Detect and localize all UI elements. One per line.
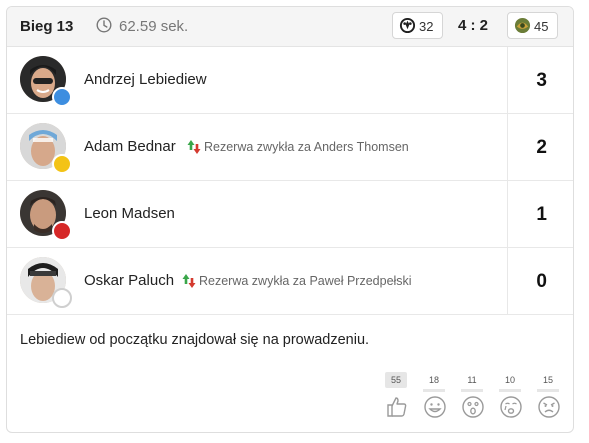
rider-row[interactable]: Adam Bednar Rezerwa zwykła za Anders Tho… [7, 114, 573, 181]
rider-name[interactable]: Oskar Paluch [84, 272, 174, 289]
rider-row[interactable]: Leon Madsen 1 [7, 181, 573, 248]
reaction-bar: 55 18 11 10 15 [7, 372, 573, 427]
reserve-swap-text: Rezerwa zwykła za Anders Thomsen [204, 140, 409, 154]
reaction-bar-track [461, 389, 483, 392]
heat-card: Bieg 13 62.59 sek. 32 4 : 2 45 Andrzej L… [6, 6, 574, 433]
reaction-count: 18 [428, 375, 439, 385]
helmet-color-badge [52, 288, 72, 308]
home-team-count: 32 [419, 19, 434, 34]
away-team-badge[interactable]: 45 [507, 12, 558, 39]
reserve-swap-text: Rezerwa zwykła za Paweł Przedpełski [199, 274, 412, 288]
smile-icon [424, 396, 446, 418]
angry-icon [538, 396, 560, 418]
reaction-bar-track [423, 389, 445, 392]
heat-title: Bieg 13 [20, 18, 74, 35]
rider-points: 1 [536, 204, 547, 225]
reaction-count: 11 [467, 375, 477, 385]
reaction-bar-track [537, 389, 559, 392]
clock-icon [96, 17, 112, 33]
reaction-smile[interactable]: 18 [423, 372, 451, 422]
surprised-icon [462, 396, 484, 418]
reaction-crying[interactable]: 10 [499, 372, 527, 422]
reaction-surprised[interactable]: 11 [461, 372, 489, 422]
heat-score: 4 : 2 [458, 17, 489, 34]
rider-points: 0 [536, 271, 547, 292]
rider-name[interactable]: Adam Bednar [84, 138, 176, 155]
crying-icon [500, 396, 522, 418]
points-column: 3 [507, 47, 573, 113]
away-team-count: 45 [534, 19, 549, 34]
thumbs-up-icon [387, 397, 407, 417]
rider-name[interactable]: Andrzej Lebiediew [84, 71, 207, 88]
substitution-arrows-icon [187, 140, 201, 154]
rider-name[interactable]: Leon Madsen [84, 205, 175, 222]
points-column: 0 [507, 248, 573, 314]
rider-points: 2 [536, 137, 547, 158]
reaction-count: 15 [542, 375, 553, 385]
reaction-count: 10 [504, 375, 515, 385]
helmet-color-badge [52, 221, 72, 241]
away-team-logo-icon [514, 17, 531, 34]
points-column: 1 [507, 181, 573, 247]
reaction-thumbs-up[interactable]: 55 [385, 372, 413, 422]
heat-header: Bieg 13 62.59 sek. 32 4 : 2 45 [7, 7, 573, 47]
points-column: 2 [507, 114, 573, 180]
helmet-color-badge [52, 154, 72, 174]
rider-row[interactable]: Andrzej Lebiediew 3 [7, 47, 573, 114]
heat-comment: Lebiediew od początku znajdował się na p… [20, 332, 370, 348]
reaction-count: 55 [385, 372, 407, 388]
helmet-color-badge [52, 87, 72, 107]
home-team-logo-icon [399, 17, 416, 34]
rider-list: Andrzej Lebiediew 3 Adam Bednar Rezerwa … [7, 47, 573, 315]
rider-points: 3 [536, 70, 547, 91]
rider-row[interactable]: Oskar Paluch Rezerwa zwykła za Paweł Prz… [7, 248, 573, 315]
reaction-angry[interactable]: 15 [537, 372, 565, 422]
home-team-badge[interactable]: 32 [392, 12, 443, 39]
heat-time: 62.59 sek. [119, 18, 189, 35]
substitution-arrows-icon [182, 274, 196, 288]
reaction-bar-track [499, 389, 521, 392]
